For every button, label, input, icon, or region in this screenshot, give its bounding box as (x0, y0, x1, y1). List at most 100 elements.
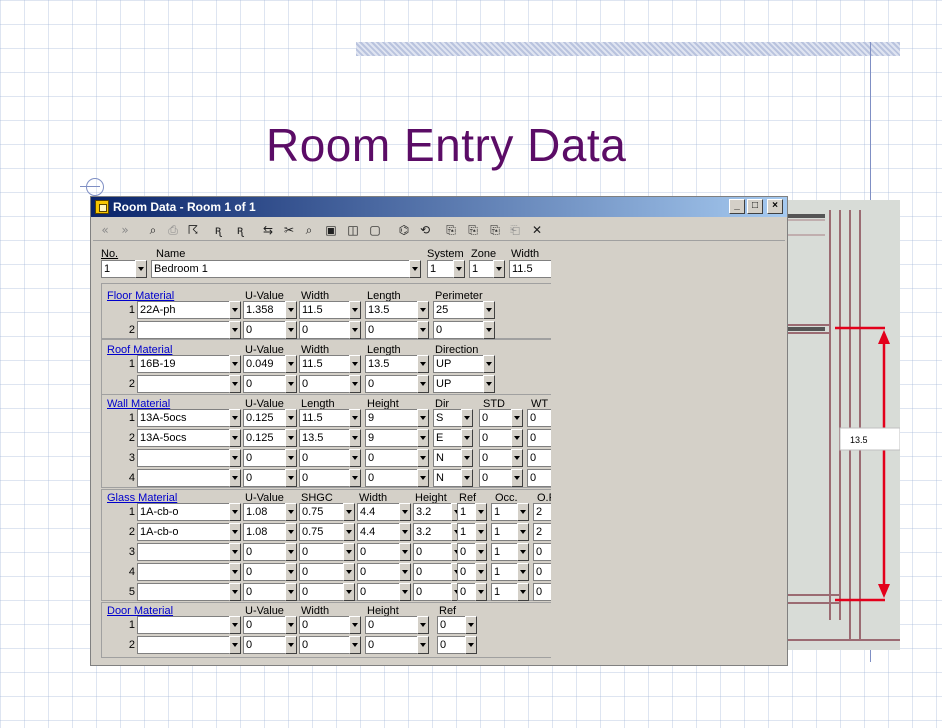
glass-material-dropdown[interactable] (229, 583, 241, 601)
glass-material-field[interactable]: 1A-cb-o (137, 503, 229, 521)
roof-length-dropdown[interactable] (417, 355, 429, 373)
glass-u-value-dropdown[interactable] (285, 583, 297, 601)
wall-material-dropdown[interactable] (229, 469, 241, 487)
wall-std-field[interactable]: 0 (479, 409, 511, 427)
wall-u-value-dropdown[interactable] (285, 449, 297, 467)
floor-material-dropdown[interactable] (229, 301, 241, 319)
room-number-dropdown[interactable] (135, 260, 147, 278)
glass-occ-dropdown[interactable] (517, 563, 529, 581)
door-height-field[interactable]: 0 (365, 636, 417, 654)
glass-width-field[interactable]: 0 (357, 563, 399, 581)
glass-ref-field[interactable]: 0 (457, 583, 475, 601)
glass-shgc-field[interactable]: 0 (299, 583, 343, 601)
roof-width-dropdown[interactable] (349, 355, 361, 373)
wall-material-dropdown[interactable] (229, 449, 241, 467)
glass-occ-dropdown[interactable] (517, 503, 529, 521)
wall-height-dropdown[interactable] (417, 449, 429, 467)
minimize-button[interactable]: _ (729, 199, 745, 214)
glass-width-dropdown[interactable] (399, 563, 411, 581)
wall-u-value-field[interactable]: 0.125 (243, 429, 285, 447)
glass-width-field[interactable]: 0 (357, 583, 399, 601)
glass-width-dropdown[interactable] (399, 503, 411, 521)
glass-width-dropdown[interactable] (399, 583, 411, 601)
glass-u-value-field[interactable]: 1.08 (243, 503, 285, 521)
close-button[interactable]: × (767, 199, 783, 214)
wall-std-dropdown[interactable] (511, 449, 523, 467)
door-width-dropdown[interactable] (349, 636, 361, 654)
glass-material-dropdown[interactable] (229, 523, 241, 541)
wall-u-value-field[interactable]: 0 (243, 469, 285, 487)
wall-height-field[interactable]: 9 (365, 409, 417, 427)
door-width-field[interactable]: 0 (299, 636, 349, 654)
door-u-value-dropdown[interactable] (285, 616, 297, 634)
roof-width-field[interactable]: 11.5 (299, 355, 349, 373)
glass-shgc-field[interactable]: 0 (299, 543, 343, 561)
wall-height-field[interactable]: 0 (365, 449, 417, 467)
print-icon[interactable]: ⎙ (165, 221, 181, 239)
glass-of-field[interactable]: 0 (533, 583, 551, 601)
glass-ref-dropdown[interactable] (475, 543, 487, 561)
glass-occ-field[interactable]: 1 (491, 563, 517, 581)
glass-occ-dropdown[interactable] (517, 583, 529, 601)
glass-occ-field[interactable]: 1 (491, 543, 517, 561)
system-field[interactable]: 1 (427, 260, 453, 278)
door-u-value-dropdown[interactable] (285, 636, 297, 654)
roof-length-field[interactable]: 0 (365, 375, 417, 393)
door-ref-dropdown[interactable] (465, 616, 477, 634)
door-u-value-field[interactable]: 0 (243, 636, 285, 654)
wall-length-dropdown[interactable] (349, 429, 361, 447)
floor-length-field[interactable]: 0 (365, 321, 417, 339)
roof-material-field[interactable]: 16B-19 (137, 355, 229, 373)
wall-std-dropdown[interactable] (511, 429, 523, 447)
cut-icon[interactable]: ✂ (281, 221, 297, 239)
glass-of-field[interactable]: 0 (533, 543, 551, 561)
floor-u-value-dropdown[interactable] (285, 321, 297, 339)
door-material-dropdown[interactable] (229, 616, 241, 634)
glass-occ-field[interactable]: 1 (491, 503, 517, 521)
maximize-button[interactable]: □ (747, 199, 763, 214)
glass-of-field[interactable]: 2 (533, 503, 551, 521)
wall-length-dropdown[interactable] (349, 449, 361, 467)
glass-material-dropdown[interactable] (229, 563, 241, 581)
glass-material-dropdown[interactable] (229, 503, 241, 521)
glass-width-field[interactable]: 4.4 (357, 523, 399, 541)
door-width-field[interactable]: 0 (299, 616, 349, 634)
roof-material-field[interactable] (137, 375, 229, 393)
glass-shgc-field[interactable]: 0 (299, 563, 343, 581)
glass-width-field[interactable]: 0 (357, 543, 399, 561)
report-star-icon[interactable]: ꭆ (231, 221, 249, 239)
glass-u-value-field[interactable]: 0 (243, 543, 285, 561)
wall-length-field[interactable]: 0 (299, 449, 349, 467)
wall-u-value-field[interactable]: 0 (243, 449, 285, 467)
zone-dropdown[interactable] (493, 260, 505, 278)
roof-length-dropdown[interactable] (417, 375, 429, 393)
floor-length-dropdown[interactable] (417, 321, 429, 339)
wall-std-field[interactable]: 0 (479, 429, 511, 447)
glass-u-value-dropdown[interactable] (285, 543, 297, 561)
glass-shgc-field[interactable]: 0.75 (299, 503, 343, 521)
door-u-value-field[interactable]: 0 (243, 616, 285, 634)
box-icon[interactable]: ▢ (367, 221, 383, 239)
glass-shgc-dropdown[interactable] (343, 563, 355, 581)
wall-length-dropdown[interactable] (349, 469, 361, 487)
wall-std-field[interactable]: 0 (479, 469, 511, 487)
wall-dir-dropdown[interactable] (461, 409, 473, 427)
glass-height-field[interactable]: 3.2 (413, 523, 451, 541)
door-material-field[interactable] (137, 636, 229, 654)
wall-material-field[interactable] (137, 469, 229, 487)
glass-width-field[interactable]: 4.4 (357, 503, 399, 521)
wall-height-field[interactable]: 0 (365, 469, 417, 487)
glass-height-field[interactable]: 0 (413, 563, 451, 581)
degree-icon[interactable]: ⌬ (395, 221, 413, 239)
room-width-field[interactable]: 11.5 (509, 260, 551, 278)
calculator-icon[interactable]: ▣ (323, 221, 339, 239)
glass-u-value-field[interactable]: 0 (243, 563, 285, 581)
wall-length-dropdown[interactable] (349, 409, 361, 427)
floor-width-dropdown[interactable] (349, 321, 361, 339)
floor-length-field[interactable]: 13.5 (365, 301, 417, 319)
glass-ref-dropdown[interactable] (475, 523, 487, 541)
wall-height-field[interactable]: 9 (365, 429, 417, 447)
glass-of-field[interactable]: 0 (533, 563, 551, 581)
wall-length-field[interactable]: 13.5 (299, 429, 349, 447)
floor-material-dropdown[interactable] (229, 321, 241, 339)
